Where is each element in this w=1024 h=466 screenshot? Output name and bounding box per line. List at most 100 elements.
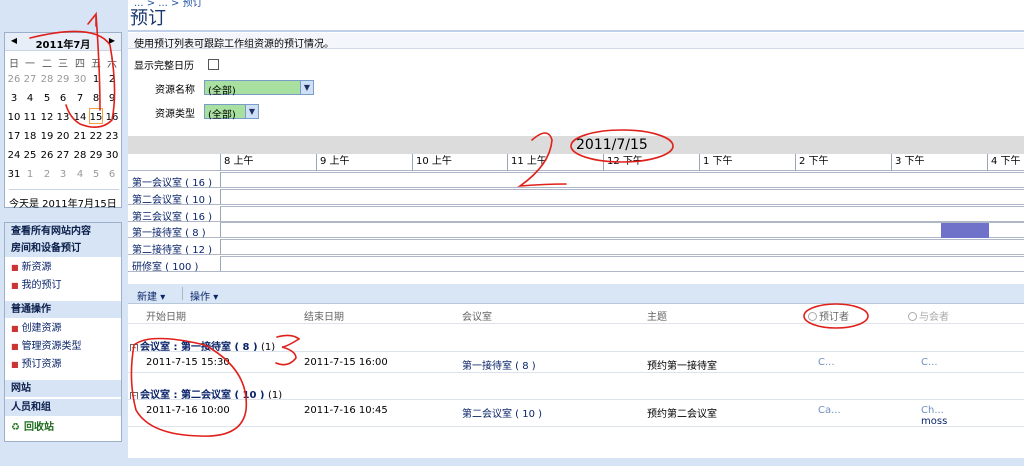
calendar-day[interactable]: 6 [104,169,120,180]
col-end-date[interactable]: 结束日期 [304,308,344,323]
calendar-day[interactable]: 20 [55,131,71,142]
room-name[interactable]: 第一会议室 ( 16 ) [132,174,212,189]
calendar-day[interactable]: 26 [6,74,22,85]
timeline-cells[interactable] [220,189,1024,204]
attendee-link[interactable]: Ch... [921,405,944,416]
calendar-day[interactable]: 29 [88,150,104,161]
col-room[interactable]: 会议室 [462,308,492,323]
calendar-day[interactable]: 25 [22,150,38,161]
calendar-day[interactable]: 29 [55,74,71,85]
presence-icon [808,312,817,321]
timeline-cells[interactable] [220,172,1024,187]
room-name[interactable]: 研修室 ( 100 ) [132,258,198,273]
timeline-cells[interactable] [220,239,1024,254]
view-all-site-content-link[interactable]: 查看所有网站内容 [5,223,121,240]
calendar-day[interactable]: 26 [39,150,55,161]
nav-new-resource[interactable]: ■ 新资源 [5,259,121,276]
calendar-day[interactable]: 30 [104,150,120,161]
calendar-day[interactable]: 3 [55,169,71,180]
nav-my-bookings[interactable]: ■ 我的预订 [5,277,121,294]
calendar-day[interactable]: 14 [72,112,88,123]
booker-link[interactable]: C... [818,357,835,368]
hour-label: 8 上午 [220,154,254,171]
calendar-day[interactable]: 1 [22,169,38,180]
calendar-day[interactable]: 2 [39,169,55,180]
full-calendar-checkbox[interactable] [208,59,219,70]
calendar-day[interactable]: 11 [22,112,38,123]
nav-label: 预订资源 [21,359,62,370]
calendar-day[interactable]: 16 [104,112,120,123]
calendar-day[interactable]: 2 [104,74,120,85]
calendar-day[interactable]: 7 [72,93,88,104]
nav-manage-resource-types[interactable]: ■ 管理资源类型 [5,338,121,355]
bullet-icon: ■ [11,342,19,351]
room-name[interactable]: 第一接待室 ( 8 ) [132,224,206,239]
room-name[interactable]: 第二会议室 ( 10 ) [132,191,212,206]
calendar-day[interactable]: 21 [72,131,88,142]
subject-cell[interactable]: 预约第二会议室 [647,405,717,420]
col-start-date[interactable]: 开始日期 [146,308,186,323]
calendar-day[interactable]: 22 [88,131,104,142]
actions-menu-button[interactable]: 操作 ▾ [190,288,218,303]
calendar-day[interactable]: 3 [6,93,22,104]
calendar-day[interactable]: 27 [55,150,71,161]
col-attendees[interactable]: 与会者 [908,308,949,323]
new-menu-button[interactable]: 新建 ▾ [137,288,165,303]
timeline-row: 第二会议室 ( 10 ) [128,189,1024,206]
timeline-cells[interactable] [220,222,1024,237]
calendar-day[interactable]: 28 [39,74,55,85]
resource-type-select[interactable]: (全部) ▼ [204,104,259,121]
calendar-day[interactable]: 4 [22,93,38,104]
calendar-day[interactable]: 4 [72,169,88,180]
calendar-day[interactable]: 8 [88,93,104,104]
calendar-day[interactable]: 27 [22,74,38,85]
presence-icon [908,312,917,321]
calendar-day[interactable]: 12 [39,112,55,123]
calendar-day[interactable]: 17 [6,131,22,142]
booking-block[interactable] [941,223,989,238]
calendar-day[interactable]: 6 [55,93,71,104]
booker-link[interactable]: Ca... [818,405,841,416]
timeline-cells[interactable] [220,206,1024,221]
next-month-icon[interactable]: ▶ [107,36,117,45]
calendar-day[interactable]: 28 [72,150,88,161]
section-common-actions[interactable]: 普通操作 [5,301,121,318]
nav-label: 管理资源类型 [21,341,82,352]
calendar-day[interactable]: 23 [104,131,120,142]
footer-band [128,458,1024,466]
attendee-link[interactable]: C... [921,357,938,368]
col-subject[interactable]: 主题 [647,308,667,323]
prev-month-icon[interactable]: ◀ [9,36,19,45]
nav-book-resource[interactable]: ■ 预订资源 [5,356,121,373]
calendar-day[interactable]: 5 [39,93,55,104]
timeline-cells[interactable] [220,256,1024,271]
calendar-day[interactable]: 30 [72,74,88,85]
calendar-day[interactable]: 9 [104,93,120,104]
nav-recycle-bin[interactable]: ♻ 回收站 [5,419,121,436]
subject-cell[interactable]: 预约第一接待室 [647,357,717,372]
recycle-bin-icon: ♻ [11,422,20,433]
calendar-day[interactable]: 19 [39,131,55,142]
nav-create-resource[interactable]: ■ 创建资源 [5,320,121,337]
col-booker[interactable]: 预订者 [808,308,849,323]
section-room-booking[interactable]: 房间和设备预订 [5,240,121,257]
nav-sites[interactable]: 网站 [5,380,121,397]
calendar-day[interactable]: 24 [6,150,22,161]
calendar-day[interactable]: 31 [6,169,22,180]
room-link[interactable]: 第二会议室 ( 10 ) [462,405,542,420]
calendar-day[interactable]: 5 [88,169,104,180]
chevron-down-icon: ▾ [160,292,166,303]
resource-name-select[interactable]: (全部) ▼ [204,80,314,97]
list-toolbar: 新建 ▾ 操作 ▾ [128,284,1024,304]
calendar-day[interactable]: 13 [55,112,71,123]
room-name[interactable]: 第三会议室 ( 16 ) [132,208,212,223]
attendee-link[interactable]: moss [921,416,947,427]
calendar-day[interactable]: 1 [88,74,104,85]
room-link[interactable]: 第一接待室 ( 8 ) [462,357,536,372]
end-date-cell: 2011-7-16 10:45 [304,405,388,416]
calendar-day[interactable]: 10 [6,112,22,123]
room-name[interactable]: 第二接待室 ( 12 ) [132,241,212,256]
bullet-icon: ■ [11,263,19,272]
calendar-day[interactable]: 18 [22,131,38,142]
nav-people-groups[interactable]: 人员和组 [5,399,121,416]
